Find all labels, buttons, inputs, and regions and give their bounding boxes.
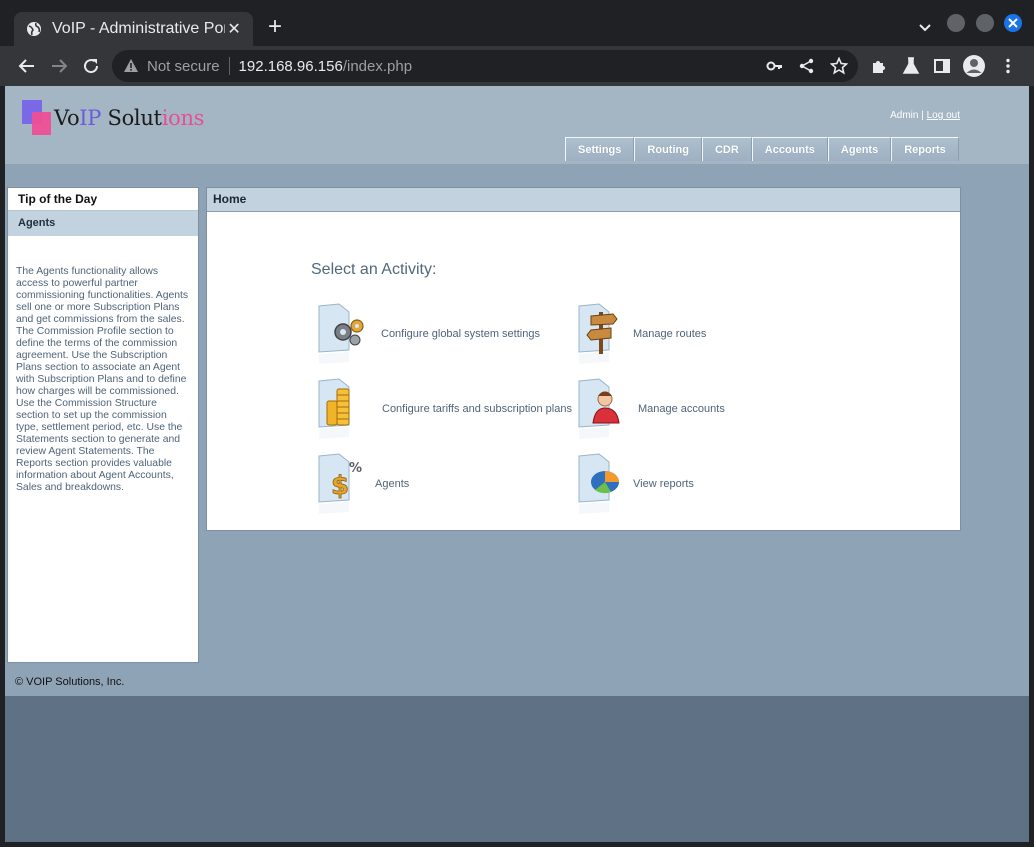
activity-label[interactable]: Manage routes	[633, 328, 706, 340]
copyright-footer: © VOIP Solutions, Inc.	[15, 676, 125, 688]
tab-strip: VoIP - Administrative Portal ✕ +	[0, 0, 1034, 46]
page-body: Tip of the Day Agents The Agents functio…	[5, 164, 1029, 696]
main-nav: Settings Routing CDR Accounts Agents Rep…	[565, 137, 959, 161]
activity-label[interactable]: Configure tariffs and subscription plans	[382, 403, 572, 415]
page-viewport: VoIP Solutions Admin | Log out Settings …	[5, 86, 1029, 842]
site-header: VoIP Solutions Admin | Log out Settings …	[5, 86, 1029, 164]
minimize-button[interactable]	[947, 14, 965, 32]
svg-text:$: $	[331, 471, 349, 501]
nav-reports[interactable]: Reports	[891, 137, 959, 161]
voip-solutions-logo[interactable]: VoIP Solutions	[22, 100, 205, 140]
pie-chart-icon	[573, 450, 629, 518]
chevron-down-icon[interactable]	[914, 18, 936, 38]
close-icon	[1008, 18, 1018, 28]
tab-title: VoIP - Administrative Portal	[52, 20, 225, 37]
reload-icon[interactable]	[81, 56, 101, 76]
dollar-percent-icon: $ %	[313, 450, 369, 518]
key-icon[interactable]	[765, 56, 785, 76]
globe-icon	[26, 21, 42, 37]
logo-text: VoIP Solutions	[54, 106, 205, 130]
omnibox-divider	[228, 57, 230, 75]
gears-icon	[313, 300, 369, 368]
activity-label[interactable]: Manage accounts	[638, 403, 725, 415]
warning-icon	[123, 58, 139, 74]
kebab-menu-icon[interactable]	[998, 56, 1018, 76]
tip-of-the-day-panel: Tip of the Day Agents The Agents functio…	[7, 187, 199, 663]
activity-view-reports[interactable]: View reports	[573, 450, 694, 518]
labs-flask-icon[interactable]	[901, 56, 921, 76]
activity-global-settings[interactable]: Configure global system settings	[313, 300, 540, 368]
panel-title: Home	[207, 188, 960, 212]
signpost-icon	[573, 300, 629, 368]
browser-tab[interactable]: VoIP - Administrative Portal ✕	[14, 12, 253, 46]
logout-link[interactable]: Log out	[927, 110, 960, 121]
close-window-button[interactable]	[1004, 14, 1022, 32]
share-icon[interactable]	[797, 56, 817, 76]
activity-agents[interactable]: $ % Agents	[313, 450, 409, 518]
user-icon	[573, 375, 629, 443]
address-bar[interactable]: Not secure 192.168.96.156/index.php	[112, 50, 858, 82]
not-secure-label[interactable]: Not secure	[147, 58, 220, 75]
nav-settings[interactable]: Settings	[565, 137, 635, 161]
maximize-button[interactable]	[976, 14, 994, 32]
side-panel-icon[interactable]	[932, 56, 952, 76]
activity-label[interactable]: Configure global system settings	[381, 328, 540, 340]
forward-icon[interactable]	[49, 56, 69, 76]
close-tab-icon[interactable]: ✕	[225, 19, 243, 39]
activity-label[interactable]: Agents	[375, 478, 409, 490]
user-bar: Admin | Log out	[890, 110, 960, 121]
svg-text:%: %	[349, 461, 362, 476]
profile-avatar-icon[interactable]	[962, 54, 986, 78]
activity-manage-routes[interactable]: Manage routes	[573, 300, 706, 368]
bookmark-star-icon[interactable]	[829, 56, 849, 76]
logo-square-pink	[32, 112, 51, 135]
browser-toolbar: Not secure 192.168.96.156/index.php	[0, 46, 1034, 86]
back-icon[interactable]	[17, 56, 37, 76]
new-tab-icon[interactable]: +	[264, 15, 286, 39]
coins-icon	[313, 375, 369, 443]
select-activity-heading: Select an Activity:	[311, 261, 437, 278]
nav-routing[interactable]: Routing	[634, 137, 702, 161]
nav-accounts[interactable]: Accounts	[751, 137, 828, 161]
activity-tariffs[interactable]: Configure tariffs and subscription plans	[313, 375, 572, 443]
sidebar-title: Tip of the Day	[8, 188, 198, 211]
nav-agents[interactable]: Agents	[827, 137, 892, 161]
activity-label[interactable]: View reports	[633, 478, 694, 490]
tip-text: The Agents functionality allows access t…	[16, 266, 189, 493]
user-separator: |	[918, 110, 927, 121]
extensions-icon[interactable]	[869, 56, 889, 76]
url-path: /index.php	[342, 57, 413, 75]
user-name: Admin	[890, 110, 919, 121]
home-panel: Home Select an Activity: Configure globa	[206, 187, 961, 531]
activity-manage-accounts[interactable]: Manage accounts	[573, 375, 725, 443]
sidebar-subtitle: Agents	[8, 211, 198, 236]
url-host: 192.168.96.156	[238, 57, 343, 75]
nav-cdr[interactable]: CDR	[701, 137, 752, 161]
